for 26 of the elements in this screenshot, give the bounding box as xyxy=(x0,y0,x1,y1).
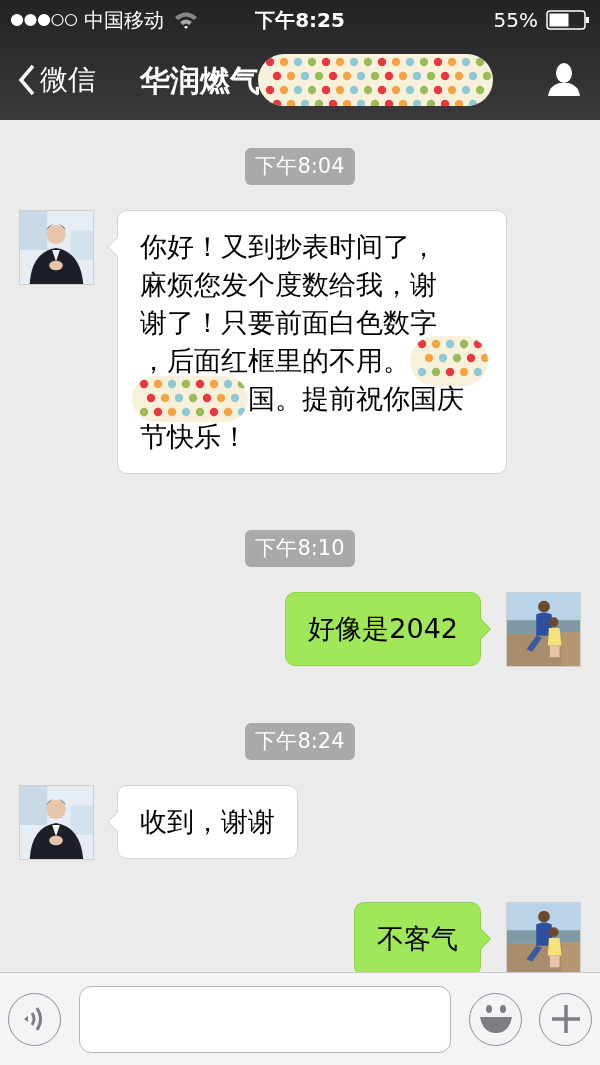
back-button[interactable]: 微信 xyxy=(18,59,96,101)
message-text: 节快乐！ xyxy=(140,420,248,454)
message-text: ，后面红框里的不用。 xyxy=(140,344,410,378)
message-text: 收到，谢谢 xyxy=(140,805,275,839)
signal-icon xyxy=(10,13,78,27)
carrier-name: 中国移动 xyxy=(84,7,164,34)
timestamp: 下午8:24 xyxy=(245,723,355,760)
message-text: 谢了！只要前面白色数字 xyxy=(140,306,437,340)
smiley-icon xyxy=(478,1004,513,1034)
battery-percent: 55% xyxy=(493,7,538,34)
contact-profile-button[interactable] xyxy=(546,62,582,98)
timestamp: 下午8:04 xyxy=(245,148,355,185)
message-text: 好像是2042 xyxy=(308,612,458,646)
message-text: 麻烦您发个度数给我，谢 xyxy=(140,268,437,302)
chat-title: 华润燃气 xyxy=(140,61,260,100)
message-input[interactable] xyxy=(78,985,452,1053)
timestamp: 下午8:10 xyxy=(245,530,355,567)
message-text: 不客气 xyxy=(377,922,458,956)
wifi-icon xyxy=(174,11,198,29)
clock-time: 下午8:25 xyxy=(255,7,345,34)
message-text: 国。提前祝你国庆 xyxy=(248,382,464,416)
plus-icon xyxy=(549,1003,582,1035)
battery-icon xyxy=(546,10,590,30)
message-text: 你好！又到抄表时间了， xyxy=(140,230,437,264)
person-icon xyxy=(546,62,582,98)
back-chevron-icon xyxy=(18,64,36,96)
